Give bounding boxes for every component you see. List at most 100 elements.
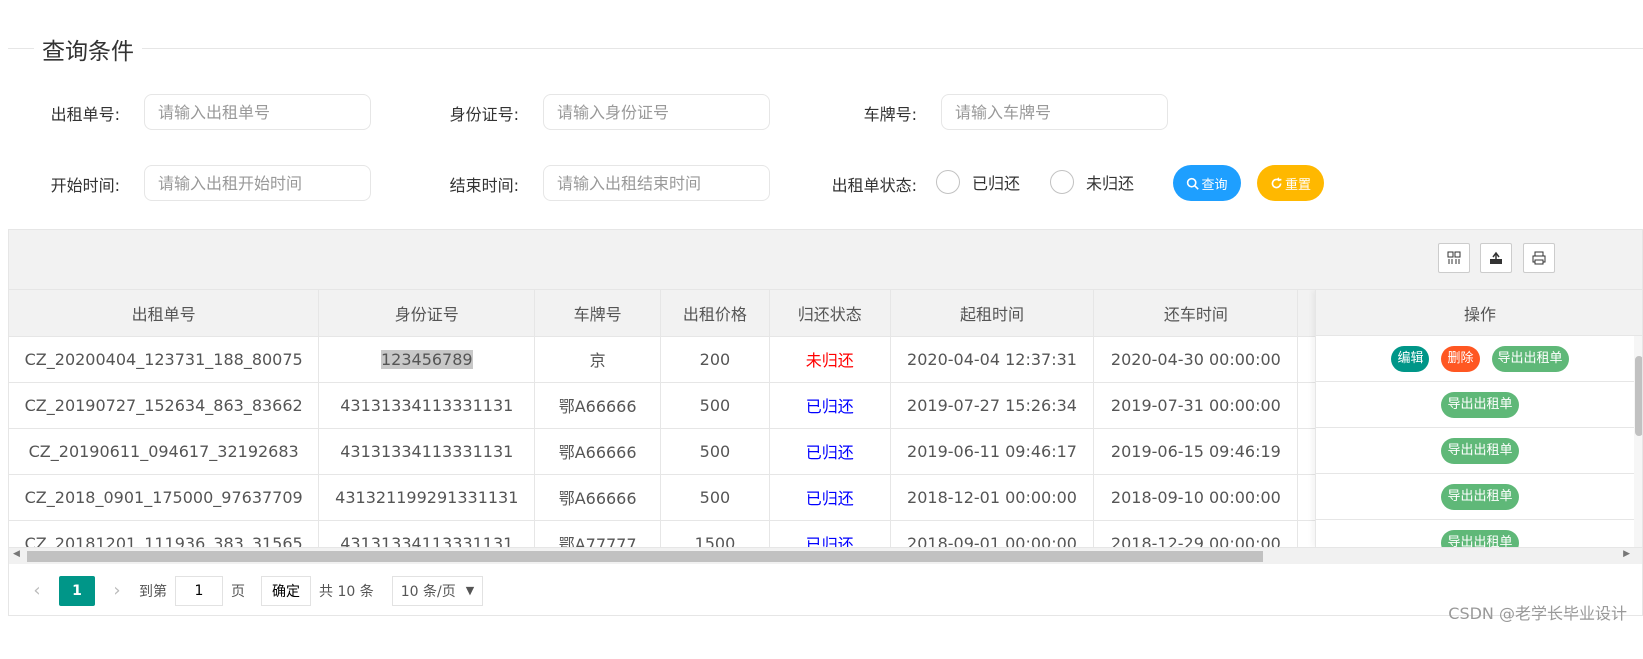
confirm-page-button[interactable]: 确定 (261, 575, 311, 606)
legend-divider (8, 48, 1643, 49)
cell-start: 2020-04-04 12:37:31 (890, 336, 1095, 383)
cell-status: 已归还 (769, 520, 891, 547)
goto-label: 到第 (139, 583, 167, 600)
total-count: 共 10 条 (319, 583, 374, 600)
end-time-input[interactable] (543, 165, 770, 201)
column-filter-button[interactable] (1438, 243, 1470, 273)
scroll-left-icon[interactable]: ◀ (13, 549, 20, 559)
search-icon (1187, 177, 1200, 190)
export-order-button[interactable]: 导出出租单 (1441, 483, 1519, 510)
status-label: 出租单状态: (831, 176, 917, 195)
cell-plate: 鄂A77777 (534, 520, 662, 547)
cell-price: 500 (660, 428, 770, 475)
watermark: CSDN @老学长毕业设计 (1448, 604, 1627, 623)
radio-label: 未归还 (1086, 174, 1135, 193)
cell-order: CZ_20190611_094617_32192683 (9, 428, 320, 475)
plate-label: 车牌号: (863, 105, 917, 124)
column-header[interactable]: 出租单号 (9, 290, 320, 337)
operations-column: 操作 编辑 删除 导出出租单 导出出租单 导出出租单 导出出租单 导出出租单 (1315, 290, 1642, 547)
reset-button[interactable]: 重置 (1257, 165, 1324, 201)
order-no-label: 出租单号: (50, 105, 120, 124)
cell-id: 43131334113331131 (318, 428, 536, 475)
column-header[interactable]: 还车时间 (1093, 290, 1299, 337)
export-icon (1490, 251, 1502, 264)
print-icon (1532, 251, 1546, 265)
order-no-input[interactable] (144, 94, 371, 130)
export-order-button[interactable]: 导出出租单 (1491, 345, 1569, 372)
export-button[interactable] (1480, 243, 1512, 273)
cell-id: 43131334113331131 (318, 382, 536, 429)
operations-row: 导出出租单 (1316, 382, 1642, 428)
goto-page-input[interactable] (175, 575, 223, 606)
operations-header: 操作 (1316, 290, 1642, 336)
start-time-label: 开始时间: (50, 176, 120, 195)
status-radio-returned[interactable]: 已归还 (936, 170, 1020, 194)
cell-end: 2018-12-29 00:00:00 (1093, 520, 1299, 547)
column-header[interactable]: 车牌号 (534, 290, 662, 337)
cell-start: 2018-12-01 00:00:00 (890, 474, 1095, 521)
cell-status: 已归还 (769, 474, 891, 521)
export-order-button[interactable]: 导出出租单 (1441, 391, 1519, 418)
search-button[interactable]: 查询 (1173, 165, 1241, 201)
operations-row: 导出出租单 (1316, 428, 1642, 474)
column-header[interactable]: 归还状态 (769, 290, 891, 337)
print-button[interactable] (1523, 243, 1555, 273)
cell-plate: 鄂A66666 (534, 382, 662, 429)
cell-id: 123456789 (318, 336, 536, 383)
cell-start: 2019-06-11 09:46:17 (890, 428, 1095, 475)
page-unit-label: 页 (231, 583, 245, 600)
pagination: ‹ 1 › 到第 页 确定 共 10 条 10 条/页 ▼ (9, 564, 1642, 617)
columns-icon (1447, 251, 1461, 264)
cell-status: 未归还 (769, 336, 891, 383)
caret-down-icon: ▼ (465, 584, 475, 597)
cell-id: 43131334113331131 (318, 520, 536, 547)
cell-order: CZ_20200404_123731_188_80075 (9, 336, 320, 383)
page-size-select[interactable]: 10 条/页 ▼ (391, 575, 484, 606)
cell-end: 2019-07-31 00:00:00 (1093, 382, 1299, 429)
id-no-label: 身份证号: (449, 105, 519, 124)
cell-order: CZ_20190727_152634_863_83662 (9, 382, 320, 429)
cell-start: 2019-07-27 15:26:34 (890, 382, 1095, 429)
delete-button[interactable]: 删除 (1441, 345, 1480, 372)
cell-status: 已归还 (769, 382, 891, 429)
cell-end: 2018-09-10 00:00:00 (1093, 474, 1299, 521)
id-no-input[interactable] (543, 94, 770, 130)
current-page[interactable]: 1 (59, 575, 95, 606)
scroll-right-icon[interactable]: ▶ (1623, 549, 1630, 559)
prev-page-icon[interactable]: ‹ (23, 576, 51, 606)
start-time-input[interactable] (144, 165, 371, 201)
cell-price: 200 (660, 336, 770, 383)
cell-end: 2020-04-30 00:00:00 (1093, 336, 1299, 383)
cell-price: 1500 (660, 520, 770, 547)
operations-row: 导出出租单 (1316, 520, 1642, 547)
radio-circle-icon (936, 170, 960, 194)
cell-order: CZ_2018_0901_175000_97637709 (9, 474, 320, 521)
column-header[interactable]: 身份证号 (318, 290, 536, 337)
horizontal-scrollbar[interactable]: ◀ ▶ (9, 547, 1642, 564)
cell-plate: 京 (534, 336, 662, 383)
cell-plate: 鄂A66666 (534, 474, 662, 521)
export-order-button[interactable]: 导出出租单 (1441, 437, 1519, 464)
vertical-scrollbar[interactable] (1634, 336, 1642, 547)
cell-plate: 鄂A66666 (534, 428, 662, 475)
cell-price: 500 (660, 382, 770, 429)
vertical-scroll-thumb[interactable] (1635, 356, 1642, 436)
operations-row: 编辑 删除 导出出租单 (1316, 336, 1642, 382)
cell-end: 2019-06-15 09:46:19 (1093, 428, 1299, 475)
column-header[interactable]: 起租时间 (890, 290, 1095, 337)
cell-order: CZ_20181201_111936_383_31565 (9, 520, 320, 547)
plate-input[interactable] (941, 94, 1168, 130)
status-radio-not-returned[interactable]: 未归还 (1050, 170, 1134, 194)
edit-button[interactable]: 编辑 (1391, 345, 1430, 372)
export-order-button[interactable]: 导出出租单 (1441, 529, 1519, 547)
horizontal-scroll-thumb[interactable] (27, 551, 1263, 562)
table-toolbar (9, 230, 1642, 290)
cell-price: 500 (660, 474, 770, 521)
column-header[interactable]: 出租价格 (660, 290, 770, 337)
cell-start: 2018-09-01 00:00:00 (890, 520, 1095, 547)
section-title: 查询条件 (34, 32, 142, 66)
end-time-label: 结束时间: (449, 176, 519, 195)
operations-row: 导出出租单 (1316, 474, 1642, 520)
next-page-icon[interactable]: › (103, 576, 131, 606)
cell-id: 431321199291331131 (318, 474, 536, 521)
